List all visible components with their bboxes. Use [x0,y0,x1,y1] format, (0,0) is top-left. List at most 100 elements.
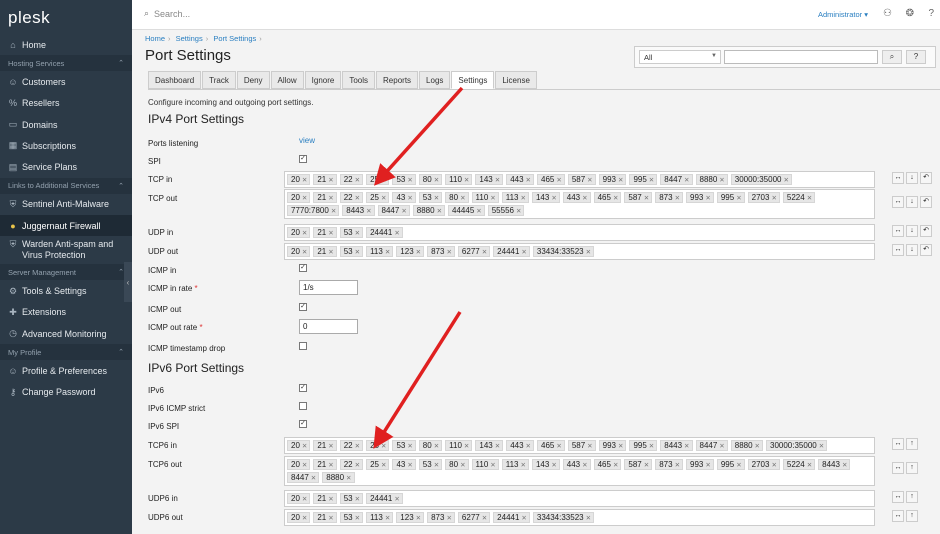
sidebar-item-sentinel[interactable]: ⛨ Sentinel Anti-Malware [0,194,132,215]
remove-tag-icon[interactable]: ✕ [355,249,360,256]
remove-tag-icon[interactable]: ✕ [394,230,399,237]
remove-tag-icon[interactable]: ✕ [355,462,360,469]
icmp-in-rate-input[interactable]: 1/s [299,280,358,295]
support-icon[interactable]: ❂ [906,8,914,19]
remove-tag-icon[interactable]: ✕ [331,208,336,215]
remove-tag-icon[interactable]: ✕ [366,208,371,215]
tab-license[interactable]: License [495,71,537,89]
remove-tag-icon[interactable]: ✕ [521,462,526,469]
remove-tag-icon[interactable]: ✕ [446,249,451,256]
undo-icon[interactable]: ↶ [920,196,932,208]
remove-tag-icon[interactable]: ✕ [401,208,406,215]
sidebar-item-extensions[interactable]: ✚ Extensions [0,302,132,323]
tab-reports[interactable]: Reports [376,71,419,89]
global-search[interactable]: ⌕ Search... [144,8,190,19]
remove-tag-icon[interactable]: ✕ [476,208,481,215]
remove-tag-icon[interactable]: ✕ [328,195,333,202]
remove-tag-icon[interactable]: ✕ [771,195,776,202]
arrow-down-icon[interactable]: ↓ [906,172,918,184]
tab-dashboard[interactable]: Dashboard [148,71,202,89]
remove-tag-icon[interactable]: ✕ [346,475,351,482]
remove-tag-icon[interactable]: ✕ [490,462,495,469]
remove-tag-icon[interactable]: ✕ [302,462,307,469]
tcp-out-ports[interactable]: 20 ✕ 21 ✕ 22 ✕ 25 ✕ 43 ✕ 53 ✕ 80 ✕ 110 ✕ 113 ✕ 143 ✕ 443 ✕ 465… [284,189,875,219]
remove-tag-icon[interactable]: ✕ [328,177,333,184]
sidebar-item-home[interactable]: ⌂ Home [0,34,132,55]
remove-tag-icon[interactable]: ✕ [460,195,465,202]
remove-tag-icon[interactable]: ✕ [644,195,649,202]
undo-icon[interactable]: ↶ [920,244,932,256]
sidebar-item-customers[interactable]: ☺ Customers [0,71,132,92]
remove-tag-icon[interactable]: ✕ [328,462,333,469]
sidebar-group-hosting[interactable]: Hosting Services ⌃ [0,55,132,72]
remove-tag-icon[interactable]: ✕ [675,195,680,202]
arrow-down-icon[interactable]: ↓ [906,196,918,208]
remove-tag-icon[interactable]: ✕ [416,249,421,256]
remove-tag-icon[interactable]: ✕ [556,443,561,450]
arrow-up-icon[interactable]: ↑ [906,491,918,503]
icmp-in-checkbox[interactable]: ✓ [299,264,307,272]
remove-tag-icon[interactable]: ✕ [582,462,587,469]
remove-tag-icon[interactable]: ✕ [783,177,788,184]
swap-icon[interactable]: ↔ [892,244,904,256]
breadcrumb-home[interactable]: Home [145,34,165,43]
user-menu[interactable]: Administrator ▾ [818,10,868,19]
undo-icon[interactable]: ↶ [920,172,932,184]
remove-tag-icon[interactable]: ✕ [684,443,689,450]
remove-tag-icon[interactable]: ✕ [587,443,592,450]
swap-icon[interactable]: ↔ [892,510,904,522]
remove-tag-icon[interactable]: ✕ [736,195,741,202]
ipv6-icmp-strict-checkbox[interactable] [299,402,307,410]
remove-tag-icon[interactable]: ✕ [328,515,333,522]
remove-tag-icon[interactable]: ✕ [437,208,442,215]
ipv6-spi-checkbox[interactable]: ✓ [299,420,307,428]
remove-tag-icon[interactable]: ✕ [328,249,333,256]
remove-tag-icon[interactable]: ✕ [521,249,526,256]
tab-logs[interactable]: Logs [419,71,451,89]
tab-allow[interactable]: Allow [270,71,304,89]
remove-tag-icon[interactable]: ✕ [551,195,556,202]
remove-tag-icon[interactable]: ✕ [586,515,591,522]
sidebar-item-domains[interactable]: ▭ Domains [0,114,132,135]
sidebar-item-monitoring[interactable]: ◷ Advanced Monitoring [0,323,132,344]
icmp-timestamp-checkbox[interactable] [299,342,307,350]
tcp6-in-ports[interactable]: 20 ✕ 21 ✕ 22 ✕ 25 ✕ 53 ✕ 80 ✕ 110 ✕ 143 ✕ 443 ✕ 465 ✕ 587 ✕ 99… [284,437,875,454]
remove-tag-icon[interactable]: ✕ [464,443,469,450]
icmp-out-checkbox[interactable]: ✓ [299,303,307,311]
tab-ignore[interactable]: Ignore [304,71,342,89]
remove-tag-icon[interactable]: ✕ [355,195,360,202]
remove-tag-icon[interactable]: ✕ [495,177,500,184]
remove-tag-icon[interactable]: ✕ [618,443,623,450]
remove-tag-icon[interactable]: ✕ [521,195,526,202]
remove-tag-icon[interactable]: ✕ [416,515,421,522]
sidebar-item-service-plans[interactable]: ▤ Service Plans [0,156,132,177]
remove-tag-icon[interactable]: ✕ [434,462,439,469]
remove-tag-icon[interactable]: ✕ [394,496,399,503]
sidebar-group-profile[interactable]: My Profile ⌃ [0,344,132,361]
arrow-up-icon[interactable]: ↑ [906,510,918,522]
undo-icon[interactable]: ↶ [920,225,932,237]
remove-tag-icon[interactable]: ✕ [526,443,531,450]
remove-tag-icon[interactable]: ✕ [302,496,307,503]
remove-tag-icon[interactable]: ✕ [355,177,360,184]
remove-tag-icon[interactable]: ✕ [644,462,649,469]
remove-tag-icon[interactable]: ✕ [587,177,592,184]
tab-deny[interactable]: Deny [236,71,270,89]
swap-icon[interactable]: ↔ [892,225,904,237]
arrow-up-icon[interactable]: ↑ [906,462,918,474]
remove-tag-icon[interactable]: ✕ [385,249,390,256]
swap-icon[interactable]: ↔ [892,196,904,208]
remove-tag-icon[interactable]: ✕ [719,177,724,184]
sidebar-item-warden[interactable]: ⛨ Warden Anti-spam and Virus Protection [0,236,132,264]
remove-tag-icon[interactable]: ✕ [736,462,741,469]
remove-tag-icon[interactable]: ✕ [355,515,360,522]
sidebar-item-resellers[interactable]: % Resellers [0,93,132,114]
sidebar-group-links[interactable]: Links to Additional Services ⌃ [0,177,132,194]
search-button[interactable]: ⌕ [882,50,902,64]
remove-tag-icon[interactable]: ✕ [482,249,487,256]
remove-tag-icon[interactable]: ✕ [302,515,307,522]
sidebar-item-juggernaut[interactable]: ● Juggernaut Firewall [0,215,132,237]
remove-tag-icon[interactable]: ✕ [516,208,521,215]
remove-tag-icon[interactable]: ✕ [705,462,710,469]
sidebar-item-tools[interactable]: ⚙ Tools & Settings [0,280,132,301]
